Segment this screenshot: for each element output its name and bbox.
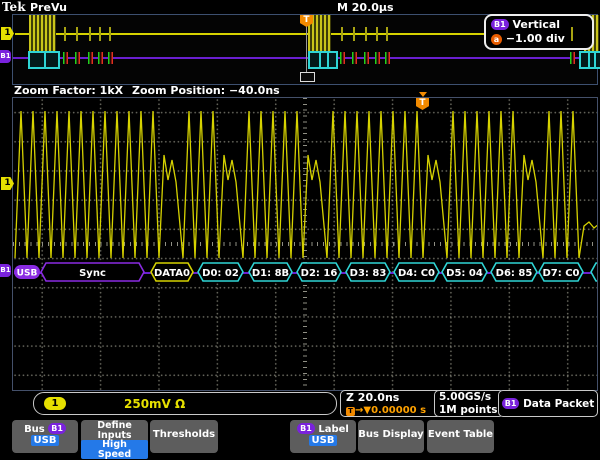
svg-text:D4: C0: D4: C0 bbox=[398, 268, 435, 279]
overview-packet-marker bbox=[364, 52, 369, 64]
overview-signal-tick bbox=[341, 27, 343, 41]
ch1-waveform bbox=[13, 98, 597, 390]
svg-text:D2: 16: D2: 16 bbox=[301, 268, 338, 279]
bottom-status-bar: 1 250mV Ω Z 20.0ns T→▼0.00000 s 5.00GS/s… bbox=[0, 390, 600, 417]
overview-signal-tick bbox=[365, 27, 367, 41]
b1-badge: B1 bbox=[297, 423, 315, 434]
vertical-badge-title: Vertical bbox=[513, 18, 561, 31]
overview-signal-tick bbox=[99, 27, 101, 41]
overview-signal-tick bbox=[386, 27, 388, 41]
svg-text:D0: 02: D0: 02 bbox=[202, 268, 239, 279]
svg-text:D5: 04: D5: 04 bbox=[446, 268, 483, 279]
bottom-menu: Bus B1 USB Define Inputs High Speed Thre… bbox=[0, 417, 600, 450]
oscilloscope-screen: { "header": { "logo": "Tek", "acq_status… bbox=[0, 0, 600, 450]
overview-packet-marker bbox=[75, 52, 80, 64]
menu-define-inputs-button[interactable]: Define Inputs High Speed bbox=[81, 420, 148, 453]
bus-event-text: Data Packet bbox=[523, 398, 594, 410]
ch1-scale-value: 250mV Ω bbox=[124, 397, 185, 411]
overview-signal-tick bbox=[109, 27, 111, 41]
svg-text:D6: 85: D6: 85 bbox=[496, 268, 533, 279]
overview-signal-tick bbox=[571, 27, 573, 41]
zoom-scale-value: Z 20.0ns bbox=[346, 391, 436, 404]
trigger-delay-arrows-icon: →▼ bbox=[355, 405, 371, 416]
ch1-badge: 1 bbox=[44, 397, 66, 410]
label-button-value: USB bbox=[309, 435, 338, 446]
overview-signal-tick bbox=[353, 27, 355, 41]
knob-a-icon: a bbox=[491, 34, 502, 45]
overview-packet-box bbox=[308, 51, 338, 69]
svg-text:D1: 8B: D1: 8B bbox=[252, 268, 289, 279]
timebase-readout: M 20.0µs bbox=[337, 1, 394, 14]
zoom-position-readout: Zoom Position: −40.0ns bbox=[132, 84, 280, 97]
ch1-scale-readout[interactable]: 1 250mV Ω bbox=[33, 392, 337, 415]
svg-text:USB: USB bbox=[17, 269, 38, 279]
overview-signal-tick bbox=[64, 27, 66, 41]
trigger-tick-icon bbox=[419, 92, 427, 97]
decode-box-partial bbox=[591, 263, 597, 281]
zoom-waveform-window: USB Sync DATA0 D0: 02 D1: 8B D2: 16 D3: 83 D4: … bbox=[12, 97, 598, 391]
overview-signal-burst bbox=[29, 15, 56, 51]
bus-event-readout[interactable]: B1 Data Packet bbox=[498, 390, 598, 417]
bus-button-label: Bus bbox=[24, 424, 45, 435]
overview-packet-marker bbox=[98, 52, 103, 64]
overview-window: T B1 Vertical a −1.00 div bbox=[12, 14, 598, 85]
b1-overview-tag[interactable]: B1 bbox=[0, 50, 11, 63]
zoom-factor-readout: Zoom Factor: 1kX bbox=[14, 84, 123, 97]
vertical-badge-value: −1.00 div bbox=[506, 32, 565, 45]
b1-main-tag[interactable]: B1 bbox=[0, 264, 11, 277]
menu-bus-button[interactable]: Bus B1 USB bbox=[12, 420, 78, 453]
overview-signal-tick bbox=[76, 27, 78, 41]
trigger-delay-value: 0.00000 s bbox=[371, 405, 426, 416]
thresholds-label: Thresholds bbox=[150, 423, 218, 447]
b1-badge: B1 bbox=[502, 398, 520, 409]
overview-packet-marker bbox=[108, 52, 113, 64]
overview-signal-tick bbox=[376, 27, 378, 41]
b1-badge: B1 bbox=[48, 423, 66, 434]
svg-text:DATA0: DATA0 bbox=[154, 268, 190, 279]
overview-packet-marker bbox=[340, 52, 345, 64]
overview-packet-marker bbox=[385, 52, 390, 64]
menu-bus-display-button[interactable]: Bus Display bbox=[358, 420, 424, 453]
bus-button-value: USB bbox=[31, 435, 60, 446]
overview-packet-box bbox=[579, 51, 600, 69]
zoom-scale-readout[interactable]: Z 20.0ns T→▼0.00000 s bbox=[340, 390, 442, 417]
zoom-window-bracket[interactable] bbox=[300, 72, 315, 82]
svg-text:D3: 83: D3: 83 bbox=[350, 268, 387, 279]
sample-rate: 5.00GS/s bbox=[439, 391, 499, 404]
trigger-position-line bbox=[306, 26, 307, 74]
svg-text:D7: C0: D7: C0 bbox=[542, 268, 579, 279]
event-table-label: Event Table bbox=[427, 423, 494, 447]
overview-signal-tick bbox=[89, 27, 91, 41]
trigger-delay-icon: T bbox=[346, 407, 355, 416]
menu-label-button[interactable]: B1 Label USB bbox=[290, 420, 356, 453]
menu-event-table-button[interactable]: Event Table bbox=[427, 420, 494, 453]
overview-packet-marker bbox=[63, 52, 68, 64]
label-button-label: Label bbox=[318, 424, 349, 435]
bus-decode-row: USB Sync DATA0 D0: 02 D1: 8B D2: 16 D3: 83 D4: … bbox=[13, 262, 597, 284]
vertical-position-badge[interactable]: B1 Vertical a −1.00 div bbox=[484, 14, 594, 50]
overview-packet-box bbox=[28, 51, 60, 69]
overview-packet-marker bbox=[375, 52, 380, 64]
acquisition-status: PreVu bbox=[30, 1, 67, 14]
overview-packet-marker bbox=[352, 52, 357, 64]
tek-logo: Tek bbox=[2, 0, 26, 14]
acquisition-readout[interactable]: 5.00GS/s 1M points bbox=[434, 390, 504, 417]
top-status-bar: Tek PreVu M 20.0µs bbox=[0, 0, 600, 14]
bus-display-label: Bus Display bbox=[358, 423, 424, 447]
b1-badge: B1 bbox=[491, 19, 509, 30]
record-length: 1M points bbox=[439, 404, 499, 417]
svg-text:Sync: Sync bbox=[79, 268, 106, 279]
overview-packet-marker bbox=[88, 52, 93, 64]
overview-packet-marker bbox=[570, 52, 575, 64]
menu-thresholds-button[interactable]: Thresholds bbox=[150, 420, 218, 453]
